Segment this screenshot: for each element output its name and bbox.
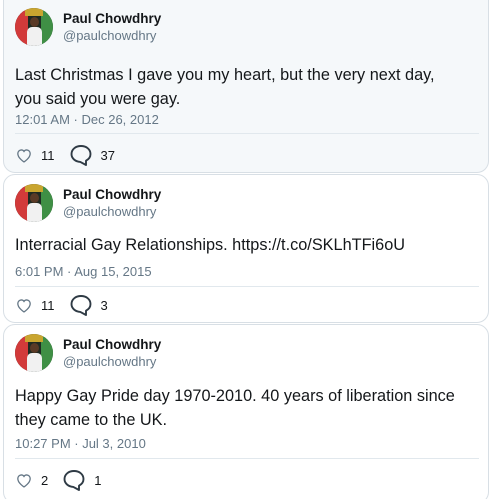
like-button[interactable]: 11 bbox=[15, 297, 55, 313]
tweet-text-line: Happy Gay Pride day 1970-2010. 40 years … bbox=[15, 387, 455, 405]
tweet-card[interactable]: Paul Chowdhry @paulchowdhry Last Christm… bbox=[3, 0, 489, 173]
author-handle[interactable]: @paulchowdhry bbox=[63, 353, 161, 370]
like-count: 11 bbox=[41, 147, 55, 163]
speech-bubble-icon bbox=[70, 145, 91, 166]
reply-button[interactable]: 3 bbox=[69, 294, 108, 316]
like-button[interactable]: 11 bbox=[15, 147, 55, 163]
tweet-text: Last Christmas I gave you my heart, but … bbox=[15, 63, 483, 111]
author-display-name[interactable]: Paul Chowdhry bbox=[63, 10, 161, 27]
author-handle[interactable]: @paulchowdhry bbox=[63, 27, 161, 44]
heart-outline-icon bbox=[17, 299, 31, 313]
reply-button[interactable]: 1 bbox=[62, 469, 101, 491]
reply-button[interactable]: 37 bbox=[69, 144, 115, 166]
tweet-text: Happy Gay Pride day 1970-2010. 40 years … bbox=[15, 384, 483, 432]
tweet-feed: Paul Chowdhry @paulchowdhry Last Christm… bbox=[0, 0, 492, 499]
tweet-timestamp[interactable]: 10:27 PM · Jul 3, 2010 bbox=[15, 436, 146, 451]
like-count: 2 bbox=[41, 472, 49, 488]
tweet-actions: 2 1 bbox=[15, 469, 115, 491]
tweet-card[interactable]: Paul Chowdhry @paulchowdhry Happy Gay Pr… bbox=[3, 324, 489, 499]
tweet-actions: 11 3 bbox=[15, 294, 122, 316]
speech-bubble-icon bbox=[70, 295, 91, 316]
tweet-text-line: Interracial Gay Relationships. https://t… bbox=[15, 236, 406, 254]
like-button[interactable]: 2 bbox=[15, 472, 48, 488]
author-display-name[interactable]: Paul Chowdhry bbox=[63, 186, 161, 203]
tweet-text-line: Last Christmas I gave you my heart, but … bbox=[15, 66, 435, 84]
tweet-text: Interracial Gay Relationships. https://t… bbox=[15, 233, 483, 257]
author-names: Paul Chowdhry @paulchowdhry bbox=[63, 10, 161, 44]
tweet-timestamp[interactable]: 12:01 AM · Dec 26, 2012 bbox=[15, 112, 159, 127]
tweet-header: Paul Chowdhry @paulchowdhry bbox=[15, 334, 161, 372]
reply-count: 37 bbox=[100, 147, 115, 163]
author-names: Paul Chowdhry @paulchowdhry bbox=[63, 186, 161, 220]
tweet-header: Paul Chowdhry @paulchowdhry bbox=[15, 184, 161, 222]
speech-bubble-icon bbox=[63, 470, 85, 491]
author-names: Paul Chowdhry @paulchowdhry bbox=[63, 336, 161, 370]
tweet-actions: 11 37 bbox=[15, 144, 129, 166]
avatar[interactable] bbox=[15, 184, 53, 222]
avatar[interactable] bbox=[15, 8, 53, 46]
tweet-text-line: they came to the UK. bbox=[15, 411, 168, 429]
avatar[interactable] bbox=[15, 334, 53, 372]
like-count: 11 bbox=[41, 297, 55, 313]
author-handle[interactable]: @paulchowdhry bbox=[63, 203, 161, 220]
divider bbox=[15, 458, 479, 459]
reply-count: 3 bbox=[100, 297, 108, 313]
reply-count: 1 bbox=[94, 472, 102, 488]
tweet-text-line: you said you were gay. bbox=[15, 90, 181, 108]
tweet-timestamp[interactable]: 6:01 PM · Aug 15, 2015 bbox=[15, 264, 152, 279]
heart-outline-icon bbox=[17, 474, 31, 488]
tweet-card[interactable]: Paul Chowdhry @paulchowdhry Interracial … bbox=[3, 174, 489, 323]
author-display-name[interactable]: Paul Chowdhry bbox=[63, 336, 161, 353]
divider bbox=[15, 133, 479, 134]
heart-outline-icon bbox=[17, 149, 31, 163]
tweet-header: Paul Chowdhry @paulchowdhry bbox=[15, 8, 161, 46]
divider bbox=[15, 286, 479, 287]
